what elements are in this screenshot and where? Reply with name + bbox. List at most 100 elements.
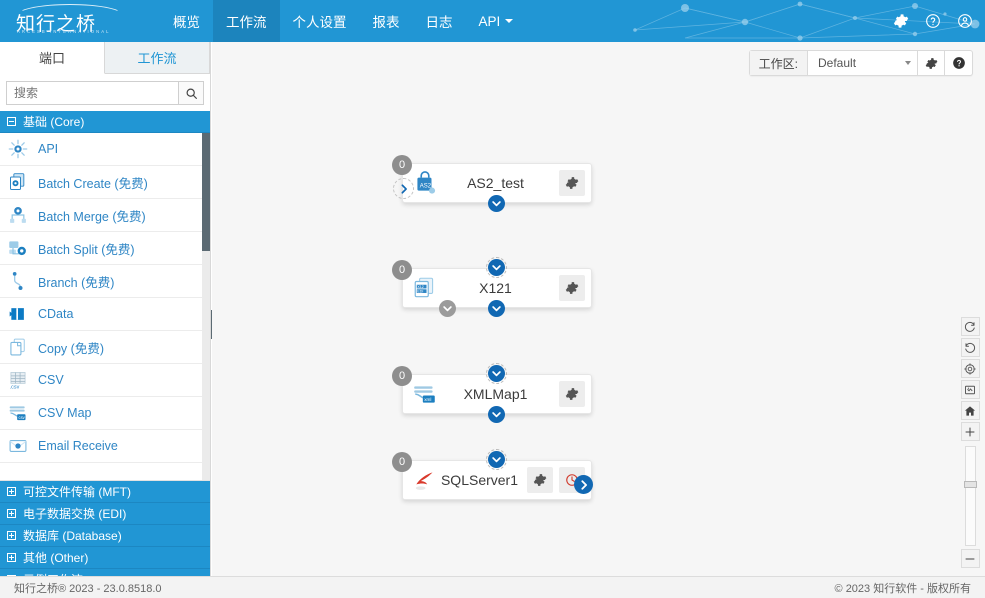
node-input-connector[interactable] [486,257,507,278]
svg-text:EDI: EDI [417,289,423,293]
list-item-label: Batch Create (免费) [38,176,148,191]
plus-box-icon [7,531,16,540]
node-output-connector[interactable] [488,406,505,423]
center-view-button[interactable] [960,359,980,378]
list-item[interactable]: Batch Create (免费) [0,166,210,199]
list-item[interactable]: Copy (免费) [0,331,210,364]
node-badge-count: 0 [392,452,412,472]
minus-box-icon [7,117,16,126]
node-input-connector[interactable] [486,449,507,470]
as2-icon: AS2 [417,171,436,194]
node-settings-button[interactable] [559,275,585,301]
list-item[interactable]: Email Receive [0,430,210,463]
home-button[interactable] [960,401,980,420]
node-settings-button[interactable] [559,170,585,196]
main-nav: 概览 工作流 个人设置 报表 日志 API [160,0,526,42]
nav-item-overview[interactable]: 概览 [160,0,213,42]
list-item[interactable]: API [0,133,210,166]
chevron-down-icon [492,412,501,418]
gear-icon [565,282,579,294]
port-list-scroll-area[interactable]: API Batch Create (免费) Batch Merge (免费) B… [0,133,210,481]
chevron-down-badge [488,451,505,468]
node-output-connector[interactable] [488,195,505,212]
list-item[interactable]: csv CSV Map [0,397,210,430]
list-item[interactable]: Batch Merge (免费) [0,199,210,232]
list-item[interactable]: CData [0,298,210,331]
category-label: 数据库 (Database) [23,529,122,543]
flow-node[interactable]: 0 AS2 AS2_test [392,155,592,212]
workspace-label: 工作区: [749,51,808,75]
zoom-slider-thumb[interactable] [963,481,977,488]
chevron-down-badge [488,259,505,276]
nav-label: 日志 [425,15,453,30]
sidebar-category-edi[interactable]: 电子数据交换 (EDI) [0,503,210,525]
plus-box-icon [7,487,16,496]
xmlmap-icon: xml [414,386,435,403]
chevron-down-icon [905,61,911,65]
sqlserver-icon [415,472,433,490]
footer-copyright-text: © 2023 知行软件 - 版权所有 [834,582,971,595]
svg-text:xml: xml [424,397,431,402]
tab-label: 工作流 [137,51,177,66]
search-button[interactable] [178,81,204,105]
node-output-connector[interactable] [488,300,505,317]
zoom-in-icon [965,427,975,436]
nav-label: 概览 [173,15,200,30]
nav-label: 个人设置 [292,15,347,30]
footer-bar: 知行之桥® 2023 - 23.0.8518.0 © 2023 知行软件 - 版… [0,576,985,598]
sidebar-category-database[interactable]: 数据库 (Database) [0,525,210,547]
help-circle-icon [952,57,965,69]
zoom-out-icon [965,558,975,559]
gear-icon[interactable] [893,13,909,29]
workspace-settings-button[interactable] [918,51,945,75]
zoom-slider[interactable] [963,446,977,546]
search-input[interactable] [6,81,178,105]
redo-button[interactable] [960,317,980,336]
node-input-connector[interactable] [486,363,507,384]
workspace-dropdown[interactable]: Default [808,51,918,75]
node-settings-button[interactable] [527,467,553,493]
branch-icon [12,272,23,290]
plus-box-icon [7,509,16,518]
chevron-down-icon [492,265,501,271]
zoom-in-button[interactable] [960,422,980,441]
nav-item-workflow[interactable]: 工作流 [213,0,280,42]
flow-node[interactable]: 0 xml XMLMap1 [392,363,592,423]
category-label: 可控文件传输 (MFT) [23,485,131,499]
csv-map-icon: csv [9,406,26,421]
node-input-arrow[interactable] [393,178,414,199]
node-output-arrow[interactable] [574,475,593,494]
node-secondary-output-connector[interactable] [439,300,456,317]
sidebar-category-core[interactable]: 基础 (Core) [0,111,210,133]
nav-item-reports[interactable]: 报表 [360,0,413,42]
list-item[interactable]: Batch Split (免费) [0,232,210,265]
api-gear-icon [8,139,28,159]
user-circle-icon[interactable] [957,13,973,29]
nav-item-api[interactable]: API [466,0,527,42]
app-logo[interactable]: 知行之桥 ARCESB INTERNATIONAL [14,3,144,39]
tab-workflows[interactable]: 工作流 [105,42,210,73]
help-circle-icon[interactable] [925,13,941,29]
sidebar-scrollbar-thumb[interactable] [202,133,210,251]
list-item[interactable]: Branch (免费) [0,265,210,298]
node-settings-button[interactable] [559,381,585,407]
flow-node[interactable]: 0 X12 EDI X121 [392,257,592,317]
tab-ports[interactable]: 端口 [0,42,105,74]
sidebar-category-other[interactable]: 其他 (Other) [0,547,210,569]
sidebar-scrollbar-track[interactable] [202,133,210,480]
sidebar-collapsed-categories: 可控文件传输 (MFT) 电子数据交换 (EDI) 数据库 (Database)… [0,481,210,591]
nav-label: 报表 [372,15,400,30]
list-item-label: Branch (免费) [38,275,115,290]
nav-item-logs[interactable]: 日志 [413,0,466,42]
nav-item-personal-settings[interactable]: 个人设置 [280,0,360,42]
flow-node[interactable]: 0 SQLServer1 [392,449,593,500]
undo-button[interactable] [960,338,980,357]
workspace-help-button[interactable] [945,51,972,75]
fit-screen-button[interactable] [960,380,980,399]
list-item[interactable]: .csv CSV [0,364,210,397]
sidebar-category-mft[interactable]: 可控文件传输 (MFT) [0,481,210,503]
zoom-out-button[interactable] [960,549,980,568]
csv-icon: .csv [10,372,26,390]
workflow-canvas[interactable]: 工作区: Default 0 AS2 AS2_test 0 X12 EDI X1… [212,42,985,576]
header-action-icons [893,0,973,42]
